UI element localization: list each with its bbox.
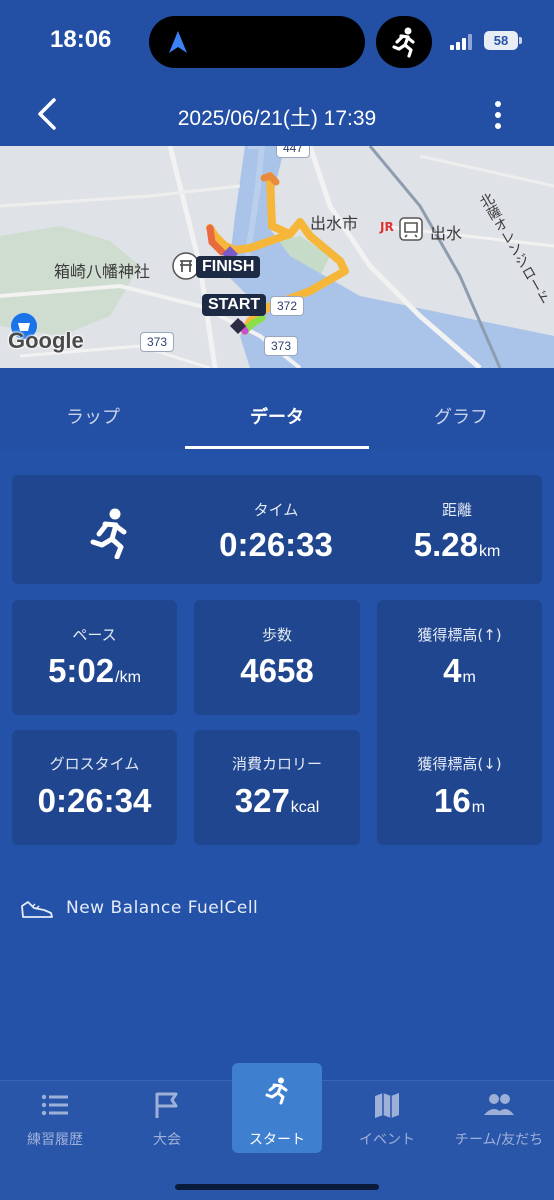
elev-down-label: 獲得標高(↓) <box>417 755 502 773</box>
finish-marker: FINISH <box>196 256 261 278</box>
route-badge-447: 447 <box>276 146 311 158</box>
tab-data[interactable]: データ <box>202 403 352 429</box>
elev-down-number: 16 <box>433 782 471 819</box>
tab-graph[interactable]: グラフ <box>386 403 536 429</box>
map-icon <box>375 1093 399 1118</box>
pace-card: ペース 5:02/km <box>12 600 177 715</box>
shoe-icon <box>21 901 53 918</box>
flag-icon <box>155 1092 178 1118</box>
elev-up-number: 4 <box>443 652 462 689</box>
distance-value: 5.28km <box>372 526 542 564</box>
calories-number: 327 <box>234 782 290 819</box>
steps-label: 歩数 <box>261 626 292 644</box>
steps-card: 歩数 4658 <box>194 600 360 715</box>
battery-icon: 58 <box>484 31 522 50</box>
map-label-jr: JR <box>380 220 394 234</box>
status-time: 18:06 <box>50 26 112 53</box>
bottom-nav: 練習履歴 大会 スタート イベント チーム/友だち <box>0 1063 554 1200</box>
signal-icon <box>450 34 472 50</box>
route-map[interactable]: 出水市 JR 出水 箱崎八幡神社 北薩オレンジロード 447 372 373 3… <box>0 146 554 368</box>
header: 2025/06/21(土) 17:39 <box>0 86 554 146</box>
calories-unit: kcal <box>290 799 320 816</box>
distance-number: 5.28 <box>413 526 478 563</box>
elev-down-value: 16m <box>377 782 542 820</box>
nav-team-label: チーム/友だち <box>454 1132 544 1148</box>
status-bar: 18:06 58 <box>0 0 554 86</box>
more-vertical-icon[interactable] <box>484 96 512 136</box>
tab-laps[interactable]: ラップ <box>18 403 168 429</box>
gross-time-label: グロスタイム <box>49 755 140 773</box>
route-badge-372: 372 <box>270 296 305 316</box>
location-arrow-icon <box>169 31 187 53</box>
dynamic-island <box>149 16 365 68</box>
time-value: 0:26:33 <box>219 526 333 563</box>
nav-events-label: イベント <box>359 1132 415 1148</box>
nav-events[interactable]: イベント <box>332 1081 442 1161</box>
shoe-name: New Balance FuelCell <box>66 898 259 918</box>
page-title: 2025/06/21(土) 17:39 <box>177 107 377 130</box>
elev-up-label: 獲得標高(↑) <box>417 626 502 644</box>
elevation-card: 獲得標高(↑) 4m 獲得標高(↓) 16m <box>377 600 542 845</box>
summary-card: タイム 0:26:33 距離 5.28km <box>12 475 542 584</box>
map-label-shrine: 箱崎八幡神社 <box>54 262 151 281</box>
elev-down-unit: m <box>471 799 486 816</box>
map-label-station: 出水 <box>430 224 463 243</box>
nav-history-label: 練習履歴 <box>27 1132 83 1148</box>
elev-up-value: 4m <box>377 652 542 690</box>
start-marker: START <box>202 294 267 316</box>
nav-races[interactable]: 大会 <box>112 1081 222 1161</box>
runner-icon <box>265 1077 288 1105</box>
pace-number: 5:02 <box>48 652 115 689</box>
calories-value: 327kcal <box>194 782 360 820</box>
running-activity-icon <box>392 27 415 58</box>
tab-bar: ラップ データ グラフ <box>0 368 554 450</box>
distance-label: 距離 <box>441 501 472 519</box>
map-label-city: 出水市 <box>310 214 359 233</box>
running-activity-indicator <box>376 16 432 68</box>
calories-label: 消費カロリー <box>231 755 322 773</box>
gross-time-value: 0:26:34 <box>37 782 152 819</box>
pace-unit: /km <box>115 669 141 686</box>
route-badge-373-a: 373 <box>140 332 175 352</box>
runner-icon <box>90 508 127 559</box>
elev-up-unit: m <box>462 669 476 686</box>
nav-races-label: 大会 <box>153 1132 181 1148</box>
distance-unit: km <box>478 543 501 560</box>
steps-value: 4658 <box>240 652 314 689</box>
nav-start[interactable]: スタート <box>232 1063 322 1153</box>
gross-time-card: グロスタイム 0:26:34 <box>12 730 177 845</box>
pace-label: ペース <box>72 626 117 644</box>
home-indicator <box>175 1184 379 1190</box>
time-label: タイム <box>253 501 299 519</box>
calories-card: 消費カロリー 327kcal <box>194 730 360 845</box>
people-icon <box>484 1094 514 1115</box>
nav-history[interactable]: 練習履歴 <box>0 1081 110 1161</box>
route-badge-373-b: 373 <box>264 336 299 356</box>
google-logo: Google <box>8 328 84 353</box>
pace-value: 5:02/km <box>12 652 177 690</box>
tab-underline <box>185 446 369 449</box>
nav-start-label: スタート <box>249 1132 305 1148</box>
list-icon <box>41 1094 68 1116</box>
nav-team[interactable]: チーム/友だち <box>444 1081 554 1161</box>
